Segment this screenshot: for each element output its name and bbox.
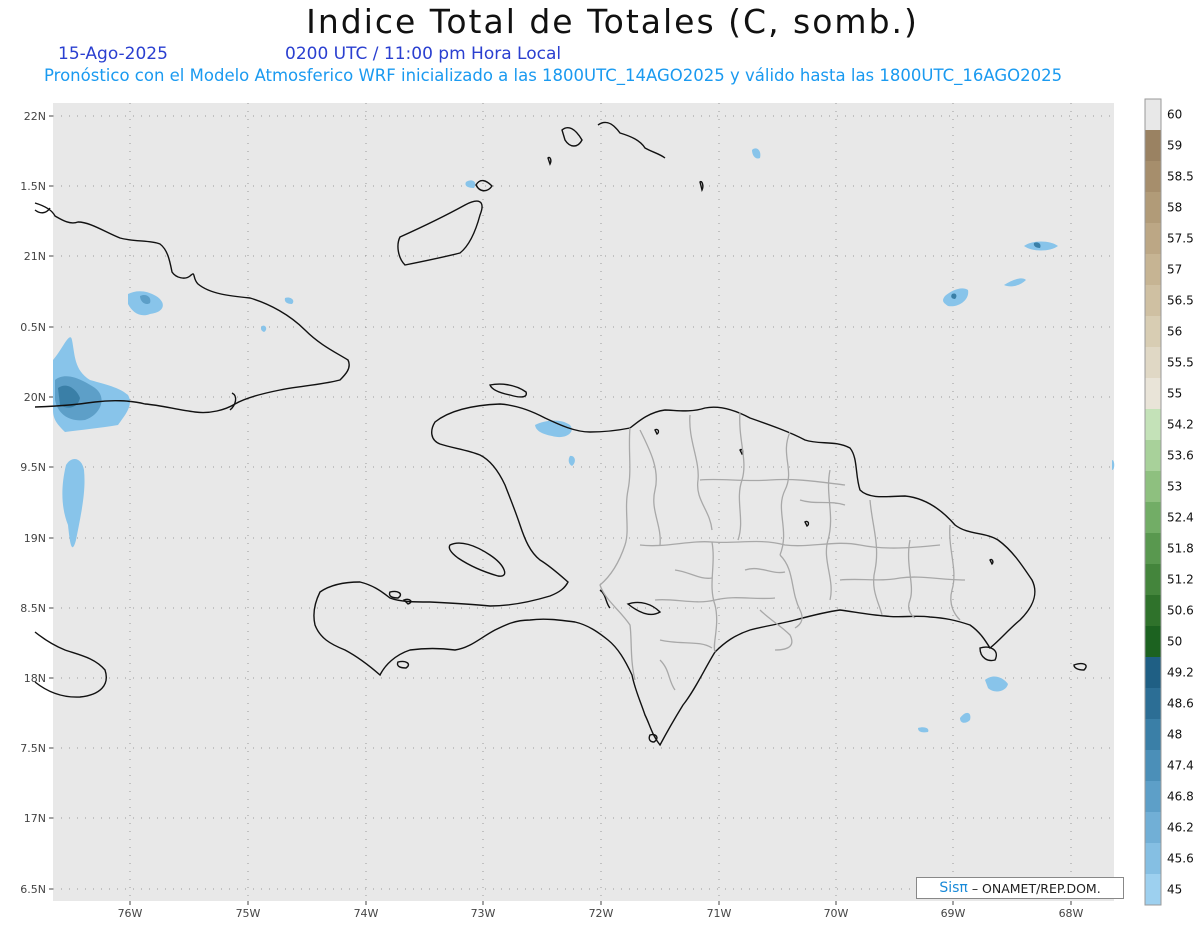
colorbar-swatch xyxy=(1145,595,1161,627)
lon-label: 71W xyxy=(707,907,732,920)
map-frame: 22N 1.5N 21N 0.5N 20N 9.5N 19N 8.5N 18N … xyxy=(20,98,1194,920)
lat-label: 1.5N xyxy=(20,180,46,193)
colorbar-label: 53.6 xyxy=(1167,449,1194,463)
colorbar-label: 57.5 xyxy=(1167,232,1194,246)
colorbar-swatch xyxy=(1145,471,1161,503)
colorbar-label: 55.5 xyxy=(1167,356,1194,370)
colorbar-swatch xyxy=(1145,502,1161,534)
colorbar-swatch xyxy=(1145,719,1161,751)
lon-label: 75W xyxy=(236,907,261,920)
lat-label: 9.5N xyxy=(20,461,46,474)
colorbar-label: 53 xyxy=(1167,480,1182,494)
colorbar-swatch xyxy=(1145,99,1161,131)
colorbar-label: 45.6 xyxy=(1167,852,1194,866)
colorbar-swatch xyxy=(1145,161,1161,193)
map-area xyxy=(53,103,1114,901)
colorbar-label: 58.5 xyxy=(1167,170,1194,184)
colorbar-swatch xyxy=(1145,440,1161,472)
colorbar-swatch xyxy=(1145,874,1161,906)
colorbar-swatch xyxy=(1145,223,1161,255)
lat-label: 19N xyxy=(24,532,46,545)
colorbar-swatch xyxy=(1145,657,1161,689)
credit-logo: Sisπ xyxy=(939,880,968,896)
lat-label: 8.5N xyxy=(20,602,46,615)
colorbar-swatch xyxy=(1145,254,1161,286)
colorbar-swatch xyxy=(1145,285,1161,317)
lat-axis: 22N 1.5N 21N 0.5N 20N 9.5N 19N 8.5N 18N … xyxy=(20,110,53,896)
colorbar-label: 45 xyxy=(1167,883,1182,897)
colorbar-label: 48 xyxy=(1167,728,1182,742)
colorbar-label: 50 xyxy=(1167,635,1182,649)
colorbar-swatch xyxy=(1145,626,1161,658)
colorbar-swatch xyxy=(1145,812,1161,844)
lon-label: 68W xyxy=(1059,907,1084,920)
credit-text: – ONAMET/REP.DOM. xyxy=(971,880,1101,896)
colorbar-label: 56.5 xyxy=(1167,294,1194,308)
colorbar-label: 51.2 xyxy=(1167,573,1194,587)
colorbar-label: 47.4 xyxy=(1167,759,1194,773)
lon-label: 74W xyxy=(354,907,379,920)
colorbar-swatch xyxy=(1145,843,1161,875)
lon-label: 69W xyxy=(941,907,966,920)
colorbar-swatch xyxy=(1145,781,1161,813)
colorbar-label: 48.6 xyxy=(1167,697,1194,711)
colorbar-label: 57 xyxy=(1167,263,1182,277)
colorbar-label: 55 xyxy=(1167,387,1182,401)
lat-label: 6.5N xyxy=(20,883,46,896)
colorbar-label: 49.2 xyxy=(1167,666,1194,680)
colorbar-swatch xyxy=(1145,409,1161,441)
colorbar-label: 60 xyxy=(1167,108,1182,122)
colorbar-label: 56 xyxy=(1167,325,1182,339)
colorbar-swatch xyxy=(1145,750,1161,782)
colorbar-label: 54.2 xyxy=(1167,418,1194,432)
colorbar-label: 51.8 xyxy=(1167,542,1194,556)
credit-box: Sisπ – ONAMET/REP.DOM. xyxy=(916,877,1124,899)
lon-label: 72W xyxy=(589,907,614,920)
lat-label: 22N xyxy=(24,110,46,123)
colorbar: 60 59 58.5 58 57.5 57 56.5 56 55.5 55 54.2 53.6 53 52… xyxy=(1144,98,1194,906)
lon-label: 73W xyxy=(471,907,496,920)
colorbar-swatch xyxy=(1145,688,1161,720)
colorbar-label: 59 xyxy=(1167,139,1182,153)
colorbar-label: 58 xyxy=(1167,201,1182,215)
colorbar-swatch xyxy=(1145,378,1161,410)
colorbar-label: 50.6 xyxy=(1167,604,1194,618)
lat-label: 18N xyxy=(24,672,46,685)
colorbar-swatch xyxy=(1145,533,1161,565)
lon-label: 70W xyxy=(824,907,849,920)
lat-label: 17N xyxy=(24,812,46,825)
lat-label: 20N xyxy=(24,391,46,404)
lon-label: 76W xyxy=(118,907,143,920)
colorbar-swatch xyxy=(1145,564,1161,596)
colorbar-swatch xyxy=(1145,192,1161,224)
colorbar-swatch xyxy=(1145,347,1161,379)
lat-label: 0.5N xyxy=(20,321,46,334)
colorbar-swatch xyxy=(1145,130,1161,162)
colorbar-label: 46.2 xyxy=(1167,821,1194,835)
colorbar-label: 46.8 xyxy=(1167,790,1194,804)
lon-axis: 76W 75W 74W 73W 72W 71W 70W 69W 68W xyxy=(118,901,1084,920)
lat-label: 21N xyxy=(24,250,46,263)
colorbar-swatch xyxy=(1145,316,1161,348)
lat-label: 7.5N xyxy=(20,742,46,755)
colorbar-label: 52.4 xyxy=(1167,511,1194,525)
